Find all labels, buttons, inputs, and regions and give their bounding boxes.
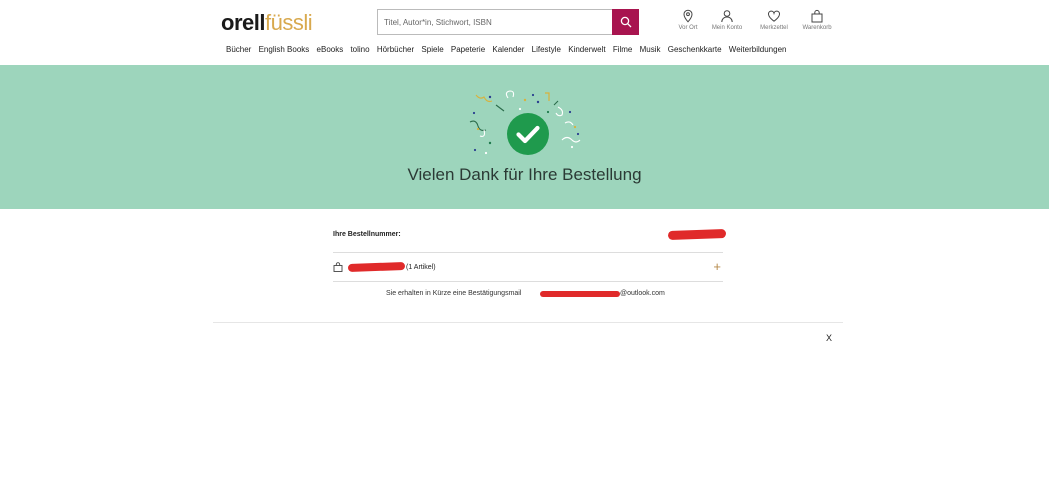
order-number-label: Ihre Bestellnummer: xyxy=(333,231,401,238)
search-icon xyxy=(620,16,631,28)
order-summary: Ihre Bestellnummer: (1 Artikel) + Sie er… xyxy=(333,222,727,297)
nav-item-buecher[interactable]: Bücher xyxy=(226,45,251,54)
redacted-item-title xyxy=(347,262,406,272)
nav-item-hoerbuecher[interactable]: Hörbücher xyxy=(377,45,414,54)
order-items-row[interactable]: (1 Artikel) + xyxy=(333,253,723,282)
orell-fuessli-logo[interactable]: orellfüssli xyxy=(221,10,313,36)
location-pin-icon xyxy=(683,9,693,23)
email-note-text: Sie erhalten in Kürze eine Bestätigungsm… xyxy=(386,290,522,297)
nav-item-spiele[interactable]: Spiele xyxy=(421,45,443,54)
expand-items-button[interactable]: + xyxy=(713,259,721,274)
nav-item-papeterie[interactable]: Papeterie xyxy=(451,45,485,54)
success-check-icon xyxy=(507,113,549,155)
user-icon xyxy=(721,10,733,23)
item-count: (1 Artikel) xyxy=(406,264,436,271)
store-locator-button[interactable]: Vor Ort xyxy=(668,9,708,31)
nav-item-kalender[interactable]: Kalender xyxy=(492,45,524,54)
order-confirmation-banner: Vielen Dank für Ihre Bestellung xyxy=(0,65,1049,209)
site-header: orellfüssli Vor Ort Mein Konto Merkzette… xyxy=(0,0,1049,64)
section-divider xyxy=(213,322,843,323)
nav-item-weiterbildungen[interactable]: Weiterbildungen xyxy=(729,45,787,54)
store-locator-label: Vor Ort xyxy=(678,25,698,31)
confirmation-title: Vielen Dank für Ihre Bestellung xyxy=(407,165,642,184)
wishlist-label: Merkzettel xyxy=(760,25,788,31)
nav-item-ebooks[interactable]: eBooks xyxy=(317,45,344,54)
email-domain: @outlook.com xyxy=(620,290,665,297)
nav-item-filme[interactable]: Filme xyxy=(613,45,633,54)
order-number-row: Ihre Bestellnummer: xyxy=(333,222,727,253)
account-button[interactable]: Mein Konto xyxy=(707,9,747,31)
nav-item-english-books[interactable]: English Books xyxy=(259,45,310,54)
wishlist-button[interactable]: Merkzettel xyxy=(754,9,794,31)
nav-item-kinderwelt[interactable]: Kinderwelt xyxy=(568,45,605,54)
shopping-bag-icon xyxy=(333,262,343,272)
cart-button[interactable]: Warenkorb xyxy=(797,9,837,31)
close-button[interactable]: X xyxy=(826,333,832,343)
account-label: Mein Konto xyxy=(711,25,743,31)
search-button[interactable] xyxy=(612,9,639,35)
cart-label: Warenkorb xyxy=(802,25,832,31)
search-bar xyxy=(377,9,639,35)
nav-item-musik[interactable]: Musik xyxy=(640,45,661,54)
main-navigation: Bücher English Books eBooks tolino Hörbü… xyxy=(226,45,791,54)
nav-item-tolino[interactable]: tolino xyxy=(350,45,369,54)
shopping-bag-icon xyxy=(811,9,823,23)
nav-item-lifestyle[interactable]: Lifestyle xyxy=(532,45,561,54)
search-input[interactable] xyxy=(378,10,612,34)
heart-icon xyxy=(767,10,781,22)
nav-item-geschenkkarte[interactable]: Geschenkkarte xyxy=(668,45,722,54)
redacted-order-number xyxy=(667,228,727,241)
redacted-email xyxy=(540,291,620,297)
